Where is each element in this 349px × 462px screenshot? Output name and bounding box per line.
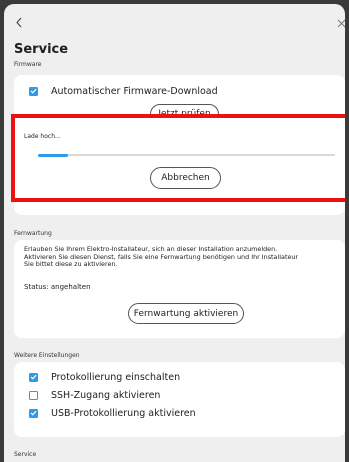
remote-section-label: Fernwartung xyxy=(14,230,52,237)
upload-progress-fill xyxy=(38,153,68,157)
enable-logging-label: Protokollierung einschalten xyxy=(51,371,181,383)
more-settings-section-label: Weitere Einstellungen xyxy=(14,352,80,359)
activate-remote-button[interactable]: Fernwartung aktivieren xyxy=(128,303,244,324)
enable-logging-checkbox[interactable]: Protokollierung einschalten xyxy=(29,370,180,384)
remote-description-line: Sie bittet diese zu aktivieren. xyxy=(24,260,118,268)
check-icon xyxy=(30,374,37,380)
firmware-section-label: Firmware xyxy=(14,61,42,68)
checkbox-checked xyxy=(29,86,38,96)
upload-status-label: Lade hoch... xyxy=(24,133,61,140)
close-button[interactable] xyxy=(337,16,345,30)
remote-description: Erlauben Sie Ihrem Elektro-Installateur,… xyxy=(24,245,342,269)
top-bar xyxy=(4,4,345,38)
enable-ssh-label: SSH-Zugang aktivieren xyxy=(51,389,161,401)
service-panel: Service Firmware Automatischer Firmware-… xyxy=(4,4,345,462)
auto-firmware-download-label: Automatischer Firmware-Download xyxy=(51,85,218,97)
back-button[interactable] xyxy=(11,14,27,30)
close-icon xyxy=(337,19,345,27)
enable-ssh-checkbox[interactable]: SSH-Zugang aktivieren xyxy=(29,388,160,402)
checkbox-checked xyxy=(29,372,38,382)
enable-usb-logging-checkbox[interactable]: USB-Protokollierung aktivieren xyxy=(29,406,196,420)
upload-progress-bar xyxy=(38,153,335,157)
enable-usb-logging-label: USB-Protokollierung aktivieren xyxy=(51,407,196,419)
checkbox-checked xyxy=(29,408,38,418)
remote-status: Status: angehalten xyxy=(24,283,91,291)
cancel-button[interactable]: Abbrechen xyxy=(150,167,221,189)
auto-firmware-download-checkbox[interactable]: Automatischer Firmware-Download xyxy=(29,84,218,98)
window-frame: Service Firmware Automatischer Firmware-… xyxy=(0,0,349,462)
chevron-left-icon xyxy=(16,17,22,27)
check-icon xyxy=(30,410,37,416)
checkbox-unchecked xyxy=(29,390,38,400)
check-icon xyxy=(30,88,37,94)
service-section-label: Service xyxy=(14,451,37,458)
page-title: Service xyxy=(14,42,69,57)
